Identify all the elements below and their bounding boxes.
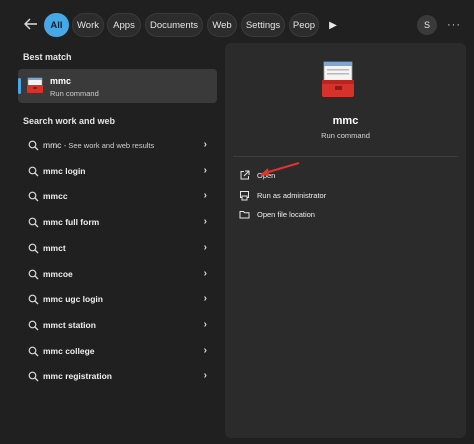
- search-result-text: mmct: [43, 243, 66, 253]
- chevron-right-icon[interactable]: ›: [204, 370, 207, 381]
- best-match-name: mmc: [50, 76, 72, 86]
- chevron-right-icon[interactable]: ›: [204, 216, 207, 227]
- search-icon: [28, 243, 39, 254]
- tab-apps[interactable]: Apps: [107, 13, 141, 37]
- search-web-heading: Search work and web: [23, 116, 116, 126]
- search-filter-bar: All Work Apps Documents Web Settings Peo…: [0, 0, 474, 44]
- search-result-item[interactable]: mmc login ›: [18, 161, 217, 183]
- search-result-query: mmc login: [43, 166, 86, 176]
- search-icon: [28, 346, 39, 357]
- search-icon: [28, 320, 39, 331]
- avatar[interactable]: S: [417, 15, 437, 35]
- mmc-toolbox-icon: [27, 77, 43, 93]
- open-file-location-label: Open file location: [257, 210, 315, 219]
- search-result-query: mmcoe: [43, 269, 73, 279]
- divider: [233, 156, 458, 157]
- search-result-query: mmc registration: [43, 371, 112, 381]
- search-result-hint: - See work and web results: [63, 141, 155, 150]
- search-result-query: mmc: [43, 140, 62, 150]
- search-icon: [28, 191, 39, 202]
- search-result-query: mmc ugc login: [43, 294, 103, 304]
- chevron-right-icon[interactable]: ›: [204, 139, 207, 150]
- folder-icon: [239, 211, 250, 219]
- search-icon: [28, 371, 39, 382]
- search-result-item[interactable]: mmc ugc login ›: [18, 289, 217, 311]
- search-result-text: mmcc: [43, 191, 68, 201]
- search-result-query: mmc full form: [43, 217, 100, 227]
- tab-web[interactable]: Web: [207, 13, 237, 37]
- run-as-admin-label: Run as administrator: [257, 191, 327, 200]
- shield-admin-icon: [240, 191, 249, 201]
- search-result-query: mmc college: [43, 346, 95, 356]
- tab-documents[interactable]: Documents: [145, 13, 203, 37]
- detail-title: mmc: [332, 115, 359, 127]
- search-result-text: mmc registration: [43, 371, 112, 381]
- chevron-right-icon[interactable]: ›: [204, 242, 207, 253]
- chevron-right-icon[interactable]: ›: [204, 268, 207, 279]
- search-result-item[interactable]: mmcc ›: [18, 186, 217, 208]
- tab-people[interactable]: Peop: [289, 13, 319, 37]
- search-result-text: mmc college: [43, 346, 95, 356]
- search-result-text: mmc - See work and web results: [43, 140, 154, 150]
- annotation-arrow-icon: [260, 162, 300, 176]
- search-result-query: mmcc: [43, 191, 68, 201]
- more-options-icon[interactable]: ···: [444, 15, 464, 35]
- tab-all[interactable]: All: [44, 13, 69, 37]
- search-result-text: mmcoe: [43, 269, 73, 279]
- search-result-item[interactable]: mmc full form ›: [18, 212, 217, 234]
- search-result-item[interactable]: mmc registration ›: [18, 366, 217, 388]
- search-result-query: mmct: [43, 243, 66, 253]
- search-result-text: mmc login: [43, 166, 86, 176]
- search-result-text: mmc full form: [43, 217, 99, 227]
- search-icon: [28, 217, 39, 228]
- best-match-type: Run command: [50, 89, 99, 98]
- best-match-item[interactable]: mmc Run command: [18, 69, 217, 103]
- detail-panel: mmc Run command Open Run as administrato…: [225, 43, 466, 438]
- open-external-icon: [240, 170, 250, 180]
- detail-subtitle: Run command: [321, 131, 370, 140]
- tab-settings[interactable]: Settings: [241, 13, 285, 37]
- mmc-toolbox-large-icon: [322, 61, 354, 97]
- tab-work[interactable]: Work: [72, 13, 104, 37]
- search-result-item[interactable]: mmct ›: [18, 238, 217, 260]
- search-result-item[interactable]: mmcoe ›: [18, 264, 217, 286]
- chevron-right-icon[interactable]: ›: [204, 165, 207, 176]
- back-arrow-icon[interactable]: [20, 13, 42, 35]
- chevron-right-icon[interactable]: ›: [204, 319, 207, 330]
- search-icon: [28, 294, 39, 305]
- chevron-right-icon[interactable]: ›: [204, 190, 207, 201]
- search-result-query: mmct station: [43, 320, 96, 330]
- search-result-text: mmc ugc login: [43, 294, 103, 304]
- run-as-admin-action[interactable]: Run as administrator: [239, 188, 449, 204]
- chevron-right-icon[interactable]: ›: [204, 345, 207, 356]
- search-result-item[interactable]: mmc - See work and web results ›: [18, 135, 217, 157]
- scroll-tabs-icon[interactable]: ▶: [322, 13, 344, 37]
- best-match-heading: Best match: [23, 52, 72, 62]
- search-result-item[interactable]: mmc college ›: [18, 341, 217, 363]
- selection-accent: [18, 78, 21, 94]
- search-result-text: mmct station: [43, 320, 96, 330]
- open-file-location-action[interactable]: Open file location: [239, 207, 449, 223]
- chevron-right-icon[interactable]: ›: [204, 293, 207, 304]
- search-icon: [28, 166, 39, 177]
- search-icon: [28, 269, 39, 280]
- search-icon: [28, 140, 39, 151]
- search-result-item[interactable]: mmct station ›: [18, 315, 217, 337]
